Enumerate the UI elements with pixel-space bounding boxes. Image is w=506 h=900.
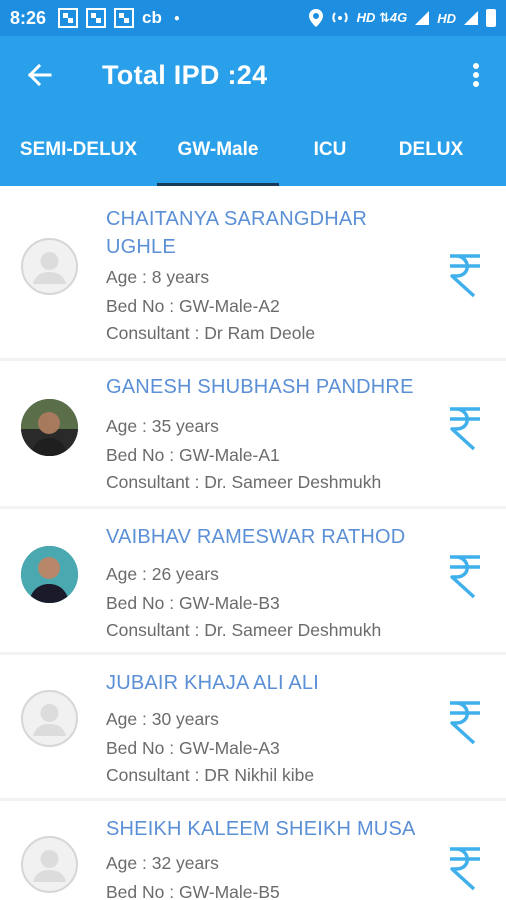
patient-bed: Bed No : GW-Male-A1 (106, 445, 280, 465)
rupee-icon[interactable] (444, 697, 484, 745)
dot-icon: ● (173, 12, 180, 24)
tab-label: ICU (313, 139, 347, 160)
rupee-icon[interactable] (444, 403, 484, 451)
patient-bed: Bed No : GW-Male-A2 (106, 296, 280, 316)
patient-card[interactable]: VAIBHAV RAMESWAR RATHOD Age : 26 years B… (0, 509, 506, 652)
patient-bed: Bed No : GW-Male-B3 (106, 593, 280, 613)
patient-age: Age : 35 years (106, 416, 219, 436)
patient-bed: Bed No : GW-Male-B5 (106, 882, 280, 900)
tab-label: SEMI-DELUX (19, 139, 138, 160)
patient-age: Age : 26 years (106, 564, 219, 584)
qr-icon (58, 8, 79, 28)
avatar (21, 690, 78, 747)
patient-name: SHEIKH KALEEM SHEIKH MUSA (106, 818, 416, 840)
patient-card[interactable]: GANESH SHUBHASH PANDHRE Age : 35 years B… (0, 361, 506, 506)
person-icon (33, 850, 66, 882)
network-label-2: HD (437, 10, 456, 26)
ward-tabs: SEMI-DELUX GW-Male ICU DELUX (0, 114, 506, 186)
avatar (21, 238, 78, 295)
avatar (21, 399, 78, 456)
avatar (21, 836, 78, 893)
arrow-left-icon (27, 63, 52, 87)
status-time: 8:26 (10, 7, 47, 28)
patient-age: Age : 32 years (106, 853, 219, 873)
patient-name: CHAITANYA SARANGDHAR UGHLE (106, 205, 436, 261)
qr-icon (86, 8, 107, 28)
tab-label: DELUX (398, 139, 464, 160)
avatar (21, 546, 78, 603)
patient-list: CHAITANYA SARANGDHAR UGHLE Age : 8 years… (0, 186, 506, 900)
patient-age: Age : 30 years (106, 709, 219, 729)
person-photo-icon (21, 399, 78, 456)
tab-icu[interactable]: ICU (279, 114, 381, 186)
app-short-label: cb (142, 8, 162, 27)
rupee-icon[interactable] (444, 843, 484, 891)
patient-bed: Bed No : GW-Male-A3 (106, 738, 280, 758)
tab-gw-male[interactable]: GW-Male (157, 114, 279, 186)
network-label: HD ⇅4G (356, 10, 408, 25)
notification-icons: cb ● (58, 8, 180, 28)
location-icon (308, 9, 323, 27)
patient-name-line: UGHLE (106, 236, 176, 258)
signal-icon (415, 11, 430, 25)
app-bar: Total IPD :24 (0, 36, 506, 114)
tab-delux[interactable]: DELUX (381, 114, 481, 186)
patient-name: GANESH SHUBHASH PANDHRE (106, 376, 414, 398)
rupee-icon[interactable] (444, 551, 484, 599)
patient-consultant: Consultant : Dr Ram Deole (106, 323, 316, 343)
tab-label: GW-Male (177, 139, 259, 160)
patient-consultant: Consultant : Dr. Sameer Deshmukh (106, 472, 382, 492)
person-icon (33, 704, 66, 736)
more-vert-icon (473, 63, 479, 87)
patient-consultant: Consultant : DR Nikhil kibe (106, 765, 315, 785)
patient-name: VAIBHAV RAMESWAR RATHOD (106, 526, 406, 548)
more-options-button[interactable] (446, 36, 506, 114)
patient-name-line: CHAITANYA SARANGDHAR (106, 208, 368, 230)
qr-icon (114, 8, 135, 28)
patient-consultant: Consultant : Dr. Sameer Deshmukh (106, 620, 382, 640)
status-bar: 8:26 cb ● HD ⇅4G HD (0, 0, 506, 36)
page-title: Total IPD :24 (102, 59, 268, 90)
patient-card[interactable]: CHAITANYA SARANGDHAR UGHLE Age : 8 years… (0, 186, 506, 358)
patient-age: Age : 8 years (106, 267, 210, 287)
patient-name: JUBAIR KHAJA ALI ALI (106, 672, 319, 694)
person-photo-icon (21, 546, 78, 603)
patient-card[interactable]: SHEIKH KALEEM SHEIKH MUSA Age : 32 years… (0, 801, 506, 900)
battery-icon (486, 9, 496, 27)
hotspot-icon (332, 12, 348, 23)
system-icons: HD ⇅4G HD (308, 9, 496, 27)
tab-semi-delux[interactable]: SEMI-DELUX (0, 114, 157, 186)
rupee-icon[interactable] (444, 250, 484, 298)
patient-card[interactable]: JUBAIR KHAJA ALI ALI Age : 30 years Bed … (0, 655, 506, 798)
signal-icon (464, 11, 478, 25)
person-icon (33, 252, 66, 284)
back-button[interactable] (0, 36, 78, 114)
